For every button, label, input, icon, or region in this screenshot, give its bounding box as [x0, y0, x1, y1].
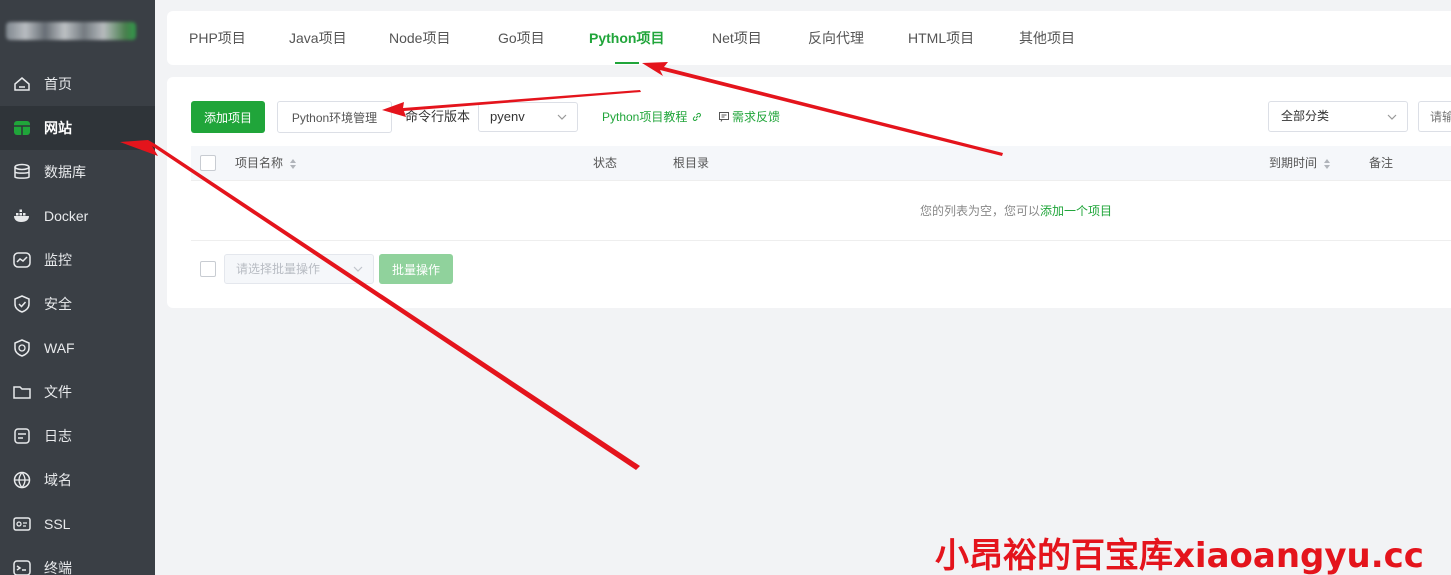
- website-icon: [11, 117, 33, 139]
- chevron-down-icon: [353, 266, 363, 272]
- sidebar-item-label: 安全: [44, 296, 72, 312]
- tab-other[interactable]: 其他项目: [1019, 11, 1075, 65]
- chevron-down-icon: [1387, 114, 1397, 120]
- sidebar-item-label: 首页: [44, 76, 72, 92]
- cmd-version-label: 命令行版本: [405, 109, 471, 124]
- waf-icon: [11, 337, 33, 359]
- tab-reverse-proxy[interactable]: 反向代理: [808, 11, 864, 65]
- batch-action-button[interactable]: 批量操作: [379, 254, 453, 284]
- tab-php[interactable]: PHP项目: [189, 11, 246, 65]
- project-panel: 添加项目 Python环境管理 命令行版本 pyenv Python项目教程 需…: [167, 77, 1451, 308]
- sidebar-item-label: 监控: [44, 252, 72, 268]
- column-expire[interactable]: 到期时间: [1269, 146, 1331, 181]
- add-project-link[interactable]: 添加一个项目: [1040, 204, 1112, 218]
- database-icon: [11, 161, 33, 183]
- sidebar-item-11[interactable]: 终端: [0, 546, 155, 575]
- sidebar-item-label: 终端: [44, 560, 72, 575]
- sidebar-item-10[interactable]: SSL: [0, 502, 155, 546]
- project-type-tabs: PHP项目 Java项目 Node项目 Go项目 Python项目 Net项目 …: [167, 11, 1451, 65]
- search-input[interactable]: [1418, 101, 1451, 132]
- sidebar-item-5[interactable]: 安全: [0, 282, 155, 326]
- sidebar-item-label: 网站: [44, 120, 72, 136]
- column-root: 根目录: [673, 156, 710, 170]
- column-name[interactable]: 项目名称: [235, 146, 297, 181]
- add-project-button[interactable]: 添加项目: [191, 101, 265, 133]
- category-value: 全部分类: [1281, 109, 1330, 123]
- sidebar-item-label: 日志: [44, 428, 72, 444]
- sidebar-item-0[interactable]: 首页: [0, 62, 155, 106]
- column-remark: 备注: [1369, 156, 1394, 170]
- sidebar-item-2[interactable]: 数据库: [0, 150, 155, 194]
- folder-icon: [11, 381, 33, 403]
- sidebar-item-label: 域名: [44, 472, 72, 488]
- tutorial-link[interactable]: Python项目教程: [602, 101, 703, 133]
- sidebar: 首页网站数据库 Docker 监控安全 WAF 文件日志域名 SSL 终端: [0, 0, 155, 575]
- tab-html[interactable]: HTML项目: [908, 11, 974, 65]
- sidebar-item-3[interactable]: Docker: [0, 194, 155, 238]
- home-icon: [11, 73, 33, 95]
- monitor-icon: [11, 249, 33, 271]
- cmd-version-select[interactable]: pyenv: [478, 102, 578, 132]
- tab-node[interactable]: Node项目: [389, 11, 450, 65]
- globe-icon: [11, 469, 33, 491]
- sidebar-item-label: WAF: [44, 340, 75, 356]
- python-env-button[interactable]: Python环境管理: [277, 101, 392, 133]
- empty-state: 您的列表为空，您可以添加一个项目: [191, 181, 1451, 241]
- tab-go[interactable]: Go项目: [498, 11, 545, 65]
- link-icon: [693, 112, 702, 121]
- table-header: 项目名称 状态 根目录 到期时间 备注: [191, 146, 1451, 181]
- sidebar-item-label: Docker: [44, 208, 89, 224]
- sidebar-item-label: SSL: [44, 516, 71, 532]
- select-all-checkbox[interactable]: [200, 155, 216, 171]
- sidebar-item-label: 文件: [44, 384, 72, 400]
- terminal-icon: [11, 557, 33, 575]
- batch-select-placeholder: 请选择批量操作: [236, 262, 321, 276]
- tutorial-label: Python项目教程: [602, 110, 688, 124]
- shield-icon: [11, 293, 33, 315]
- ssl-icon: [11, 513, 33, 535]
- sort-icon: [1324, 158, 1331, 169]
- brand-logo: [0, 0, 155, 62]
- sidebar-item-8[interactable]: 日志: [0, 414, 155, 458]
- tab-python[interactable]: Python项目: [589, 11, 664, 65]
- sidebar-item-9[interactable]: 域名: [0, 458, 155, 502]
- sidebar-item-4[interactable]: 监控: [0, 238, 155, 282]
- feedback-icon: [719, 112, 729, 122]
- sidebar-item-1[interactable]: 网站: [0, 106, 155, 150]
- tab-java[interactable]: Java项目: [289, 11, 347, 65]
- sidebar-item-label: 数据库: [44, 164, 86, 180]
- batch-action-select[interactable]: 请选择批量操作: [224, 254, 374, 284]
- column-status: 状态: [593, 156, 618, 170]
- sort-icon: [290, 158, 297, 169]
- category-select[interactable]: 全部分类: [1268, 101, 1408, 132]
- tab-net[interactable]: Net项目: [712, 11, 762, 65]
- chevron-down-icon: [557, 114, 567, 120]
- sidebar-item-7[interactable]: 文件: [0, 370, 155, 414]
- watermark: 小昂裕的百宝库xiaoangyu.cc: [935, 536, 1424, 575]
- docker-icon: [11, 205, 33, 227]
- feedback-link[interactable]: 需求反馈: [718, 101, 780, 133]
- batch-checkbox[interactable]: [200, 261, 216, 277]
- sidebar-item-6[interactable]: WAF: [0, 326, 155, 370]
- cmd-version-value: pyenv: [490, 109, 525, 124]
- log-icon: [11, 425, 33, 447]
- empty-text: 您的列表为空，您可以: [920, 204, 1041, 218]
- feedback-label: 需求反馈: [732, 110, 781, 124]
